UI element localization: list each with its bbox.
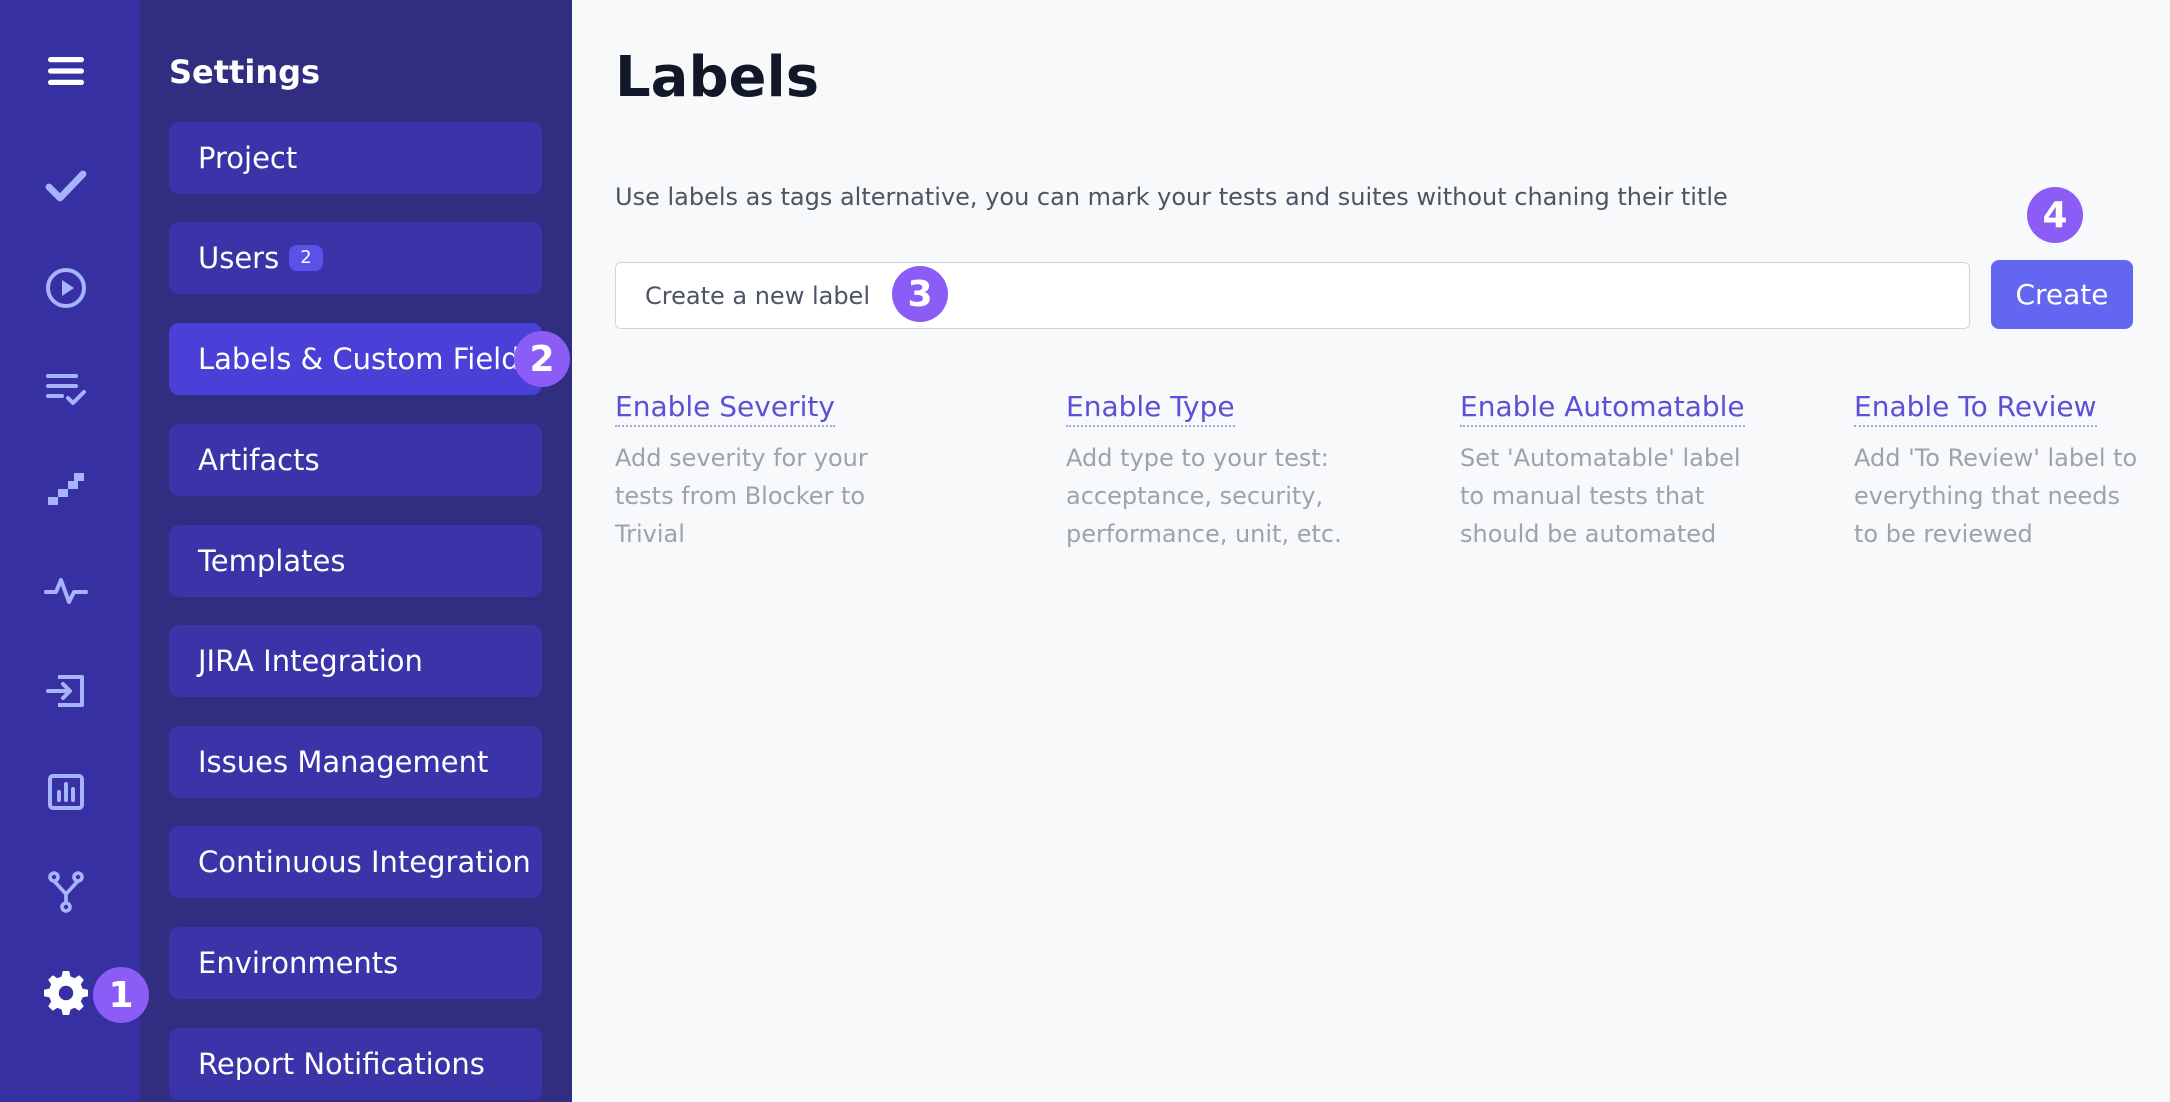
settings-item-project[interactable]: Project — [169, 122, 542, 194]
feature-desc-line: Add type to your test: — [1066, 444, 1329, 472]
settings-item-users[interactable]: Users 2 — [169, 222, 542, 294]
users-count-badge: 2 — [289, 245, 323, 271]
feature-desc-line: to manual tests that — [1460, 482, 1705, 510]
settings-item-label: Users — [198, 241, 280, 275]
feature-desc-line: Trivial — [615, 520, 685, 548]
step-marker-2: 2 — [514, 331, 570, 387]
steps-icon[interactable] — [36, 459, 96, 519]
menu-icon[interactable] — [36, 41, 96, 101]
enable-severity-link[interactable]: Enable Severity — [615, 390, 835, 427]
branch-icon[interactable] — [36, 862, 96, 922]
step-marker-3: 3 — [892, 266, 948, 322]
settings-item-label: JIRA Integration — [198, 644, 423, 678]
chart-icon[interactable] — [36, 762, 96, 822]
settings-item-label: Labels & Custom Fields — [198, 342, 535, 376]
feature-automatable: Enable Automatable Set 'Automatable' lab… — [1460, 390, 1745, 553]
settings-item-issues-management[interactable]: Issues Management — [169, 726, 542, 798]
enable-type-link[interactable]: Enable Type — [1066, 390, 1235, 427]
settings-item-label: Issues Management — [198, 745, 489, 779]
labels-description: Use labels as tags alternative, you can … — [615, 183, 1728, 211]
gear-icon[interactable] — [36, 963, 96, 1023]
settings-item-label: Project — [198, 141, 298, 175]
feature-desc-line: performance, unit, etc. — [1066, 520, 1342, 548]
settings-item-label: Artifacts — [198, 443, 320, 477]
feature-description: Set 'Automatable' label to manual tests … — [1460, 439, 1745, 553]
import-icon[interactable] — [36, 661, 96, 721]
main-content: Labels Use labels as tags alternative, y… — [572, 0, 2170, 1102]
feature-desc-line: Add severity for your — [615, 444, 868, 472]
settings-item-artifacts[interactable]: Artifacts — [169, 424, 542, 496]
feature-type: Enable Type Add type to your test: accep… — [1066, 390, 1342, 553]
feature-desc-line: should be automated — [1460, 520, 1717, 548]
settings-item-environments[interactable]: Environments — [169, 927, 542, 999]
create-label-button[interactable]: Create — [1991, 260, 2133, 329]
feature-description: Add 'To Review' label to everything that… — [1854, 439, 2137, 553]
settings-item-templates[interactable]: Templates — [169, 525, 542, 597]
pulse-icon[interactable] — [36, 560, 96, 620]
step-marker-4: 4 — [2027, 187, 2083, 243]
step-marker-1: 1 — [93, 967, 149, 1023]
new-label-input[interactable] — [615, 262, 1970, 329]
page-title: Labels — [615, 45, 820, 110]
settings-sidebar: Settings Project Users 2 Labels & Custom… — [140, 0, 572, 1102]
settings-item-label: Report Notifications — [198, 1047, 485, 1081]
settings-item-labels-custom-fields[interactable]: Labels & Custom Fields — [169, 323, 542, 395]
feature-description: Add severity for your tests from Blocker… — [615, 439, 868, 553]
feature-desc-line: tests from Blocker to — [615, 482, 866, 510]
play-icon[interactable] — [36, 258, 96, 318]
settings-item-continuous-integration[interactable]: Continuous Integration — [169, 826, 542, 898]
feature-desc-line: everything that needs — [1854, 482, 2121, 510]
enable-to-review-link[interactable]: Enable To Review — [1854, 390, 2097, 427]
enable-automatable-link[interactable]: Enable Automatable — [1460, 390, 1745, 427]
settings-item-label: Environments — [198, 946, 399, 980]
settings-item-jira-integration[interactable]: JIRA Integration — [169, 625, 542, 697]
settings-item-label: Continuous Integration — [198, 845, 531, 879]
feature-desc-line: Set 'Automatable' label — [1460, 444, 1741, 472]
feature-desc-line: acceptance, security, — [1066, 482, 1324, 510]
feature-severity: Enable Severity Add severity for your te… — [615, 390, 868, 553]
icon-rail — [0, 0, 140, 1102]
settings-item-label: Templates — [198, 544, 346, 578]
feature-desc-line: Add 'To Review' label to — [1854, 444, 2138, 472]
feature-description: Add type to your test: acceptance, secur… — [1066, 439, 1342, 553]
settings-item-report-notifications[interactable]: Report Notifications — [169, 1028, 542, 1100]
checklist-icon[interactable] — [36, 358, 96, 418]
feature-to-review: Enable To Review Add 'To Review' label t… — [1854, 390, 2137, 553]
feature-desc-line: to be reviewed — [1854, 520, 2033, 548]
check-icon[interactable] — [36, 156, 96, 216]
settings-title: Settings — [169, 53, 321, 91]
